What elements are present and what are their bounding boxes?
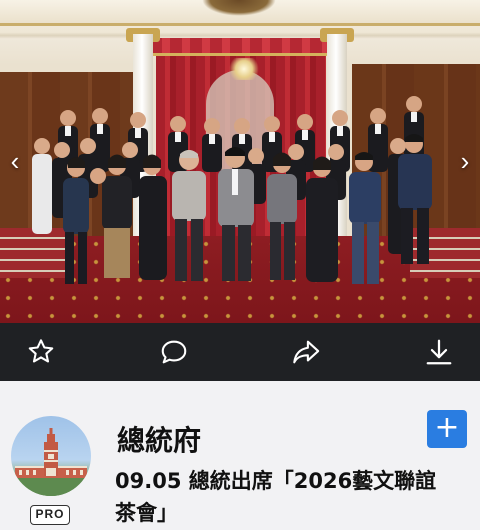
plus-icon: +	[434, 410, 460, 445]
chevron-right-icon: ›	[460, 146, 470, 176]
favorite-button[interactable]	[24, 335, 58, 369]
download-icon	[426, 339, 452, 365]
previous-photo-button[interactable]: ‹	[3, 146, 27, 176]
follow-button[interactable]: +	[427, 410, 467, 448]
post-title: 09.05 總統出席「2026藝文聯誼茶會」	[115, 469, 437, 525]
account-name[interactable]: 總統府	[117, 419, 201, 459]
action-bar	[0, 323, 480, 381]
comment-icon	[161, 340, 186, 364]
presidential-office-building-icon	[11, 428, 91, 496]
share-button[interactable]	[289, 335, 323, 369]
post-photo[interactable]: ‹ ›	[0, 0, 480, 323]
chevron-left-icon: ‹	[10, 146, 20, 176]
star-icon	[28, 339, 54, 363]
download-button[interactable]	[422, 335, 456, 369]
share-icon	[293, 340, 320, 364]
post-info: PRO 總統府 + 09.05 總統出席「2026藝文聯誼茶會」	[0, 381, 480, 530]
comment-button[interactable]	[157, 335, 191, 369]
pro-badge: PRO	[30, 505, 70, 525]
account-avatar[interactable]	[11, 416, 91, 496]
next-photo-button[interactable]: ›	[453, 146, 477, 176]
group-of-people	[32, 96, 432, 284]
